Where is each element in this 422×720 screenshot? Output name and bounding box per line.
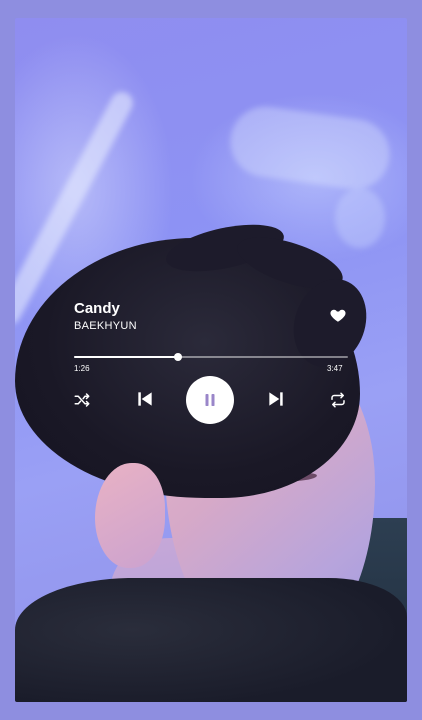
like-button[interactable] xyxy=(329,306,347,324)
repeat-icon xyxy=(331,392,345,408)
elapsed-time: 1:26 xyxy=(74,364,90,373)
progress-fill xyxy=(74,356,179,358)
previous-button[interactable] xyxy=(135,389,155,409)
next-button[interactable] xyxy=(266,389,286,409)
repeat-button[interactable] xyxy=(328,391,348,409)
pause-icon xyxy=(205,394,215,406)
shuffle-button[interactable] xyxy=(72,391,92,409)
heart-icon xyxy=(330,309,346,322)
skip-next-icon xyxy=(269,392,283,406)
play-pause-button[interactable] xyxy=(186,376,234,424)
shuffle-icon xyxy=(74,393,90,407)
music-player: Candy BAEKHYUN 1:26 3:47 xyxy=(0,0,422,720)
progress-handle[interactable] xyxy=(174,353,183,361)
total-time: 3:47 xyxy=(327,364,343,373)
song-title: Candy xyxy=(74,300,120,317)
artist-name: BAEKHYUN xyxy=(74,320,137,332)
skip-previous-icon xyxy=(138,392,152,406)
progress-bar[interactable] xyxy=(74,353,348,361)
